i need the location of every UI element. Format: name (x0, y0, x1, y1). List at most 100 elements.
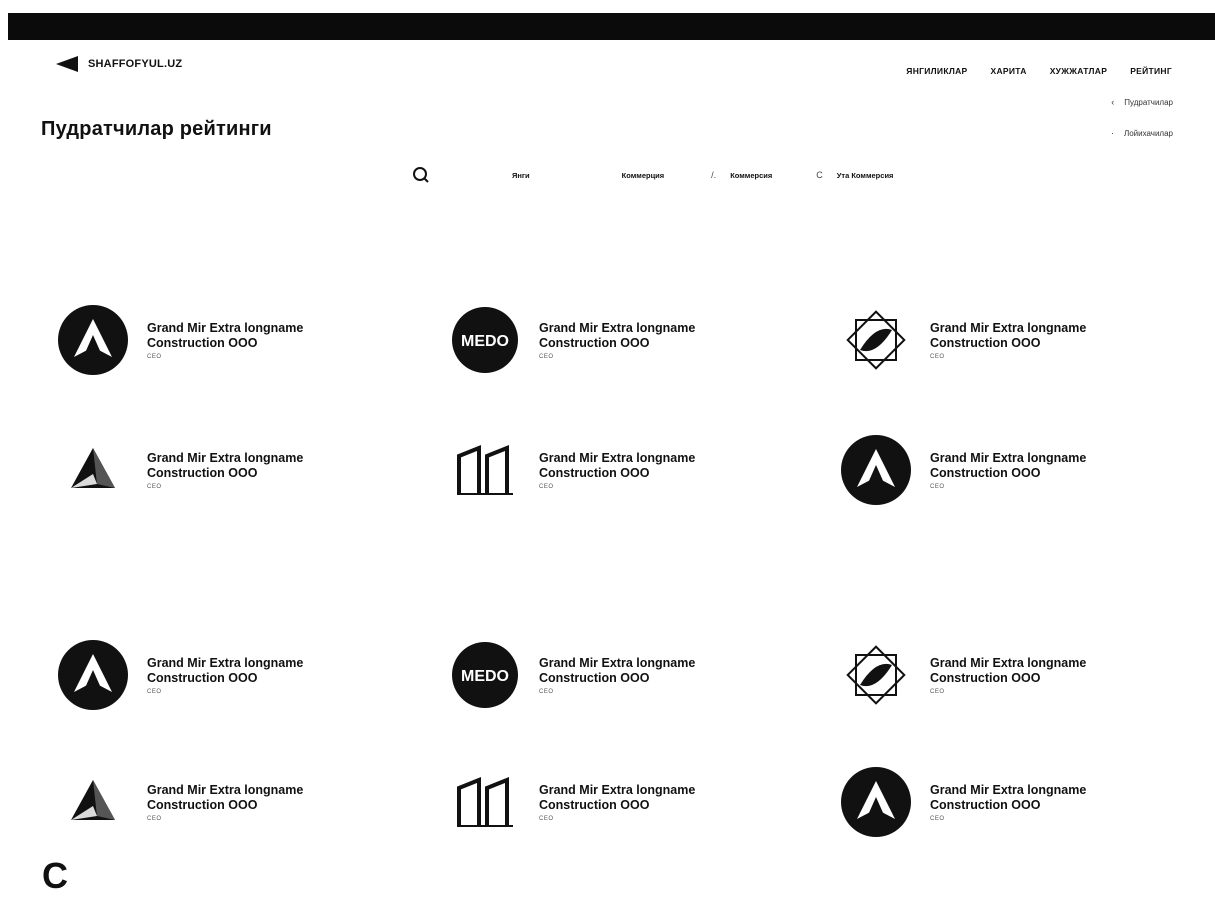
logo-text: MEDO (461, 333, 509, 350)
contractor-info: Grand Mir Extra longname Construction OOO… (539, 451, 695, 490)
contractor-name-line2: Construction OOO (147, 797, 258, 812)
peak-circle-icon (840, 766, 912, 838)
contractor-name-line2: Construction OOO (147, 335, 258, 350)
contractor-name-line2: Construction OOO (930, 797, 1041, 812)
buildings-m-icon (449, 766, 521, 838)
contractor-name: Grand Mir Extra longname (930, 655, 1087, 670)
page-title: Пудратчилар рейтинги (41, 118, 272, 140)
logo-arrow-icon (56, 56, 78, 72)
contractor-info: Grand Mir Extra longname Construction OOO… (930, 783, 1086, 822)
contractor-ceo: CEO (147, 483, 162, 490)
contractor-card[interactable]: Grand Mir Extra longname Construction OOO… (840, 300, 1180, 380)
nav-map[interactable]: ХАРИТА (991, 66, 1027, 76)
contractor-name-line2: Construction OOO (539, 465, 650, 480)
contractor-info: Grand Mir Extra longname Construction OOO… (147, 321, 303, 360)
c-icon: C (816, 170, 823, 180)
contractor-ceo: CEO (930, 483, 945, 490)
contractor-info: Grand Mir Extra longname Construction OOO… (147, 451, 303, 490)
contractor-name: Grand Mir Extra longname (539, 655, 696, 670)
contractor-name: Grand Mir Extra longname (539, 450, 696, 465)
top-bar: ​ ​ (8, 13, 1215, 40)
contractor-info: Grand Mir Extra longname Construction OOO… (930, 321, 1086, 360)
contractor-name-line2: Construction OOO (147, 670, 258, 685)
category-link-designers[interactable]: · Лойихачилар (1003, 127, 1173, 139)
contractor-name: Grand Mir Extra longname (539, 782, 696, 797)
contractor-card[interactable]: Grand Mir Extra longname Construction OOO… (57, 635, 397, 715)
contractor-name-line2: Construction OOO (930, 670, 1041, 685)
contractor-card[interactable]: Grand Mir Extra longname Construction OOO… (449, 430, 789, 510)
triangle-prism-icon (57, 434, 129, 506)
contractor-card[interactable]: Grand Mir Extra longname Construction OOO… (840, 430, 1180, 510)
contractor-card[interactable]: Grand Mir Extra longname Construction OOO… (57, 430, 397, 510)
contractor-card[interactable]: Grand Mir Extra longname Construction OOO… (449, 762, 789, 842)
filter-bar: Янги Коммерция /. Коммерсия C Ута Коммер… (412, 166, 893, 184)
contractor-ceo: CEO (147, 688, 162, 695)
site-logo[interactable]: SHAFFOFYUL.UZ (56, 56, 182, 72)
load-more-c-icon[interactable]: C (42, 858, 68, 894)
slash-icon: /. (711, 170, 717, 180)
contractor-info: Grand Mir Extra longname Construction OOO… (539, 656, 695, 695)
contractor-info: Grand Mir Extra longname Construction OOO… (539, 783, 695, 822)
diamond-star-icon (840, 639, 912, 711)
brand-name: SHAFFOFYUL.UZ (88, 58, 183, 70)
category-link-label: Лойихачилар (1123, 128, 1173, 138)
contractor-ceo: CEO (539, 688, 554, 695)
nav-rating[interactable]: РЕЙТИНГ (1130, 66, 1172, 76)
peak-circle-icon (840, 434, 912, 506)
contractor-name: Grand Mir Extra longname (539, 320, 696, 335)
filter-new[interactable]: Янги (512, 171, 530, 180)
contractor-ceo: CEO (539, 483, 554, 490)
contractor-ceo: CEO (147, 353, 162, 360)
category-link-label: Пудратчилар (1124, 97, 1173, 107)
contractor-name: Grand Mir Extra longname (147, 655, 304, 670)
contractor-ceo: CEO (539, 815, 554, 822)
contractor-name-line2: Construction OOO (539, 670, 650, 685)
rating-category-links: ‹ Пудратчилар · Лойихачилар (1003, 96, 1173, 139)
diamond-star-icon (840, 304, 912, 376)
contractor-ceo: CEO (930, 688, 945, 695)
nav-news[interactable]: ЯНГИЛИКЛАР (906, 66, 967, 76)
logo-text: MEDO (461, 668, 509, 685)
peak-circle-icon (57, 304, 129, 376)
filter-label: Коммерция (621, 170, 665, 180)
nav-documents[interactable]: ХУЖЖАТЛАР (1050, 66, 1108, 76)
buildings-m-icon (449, 434, 521, 506)
contractor-card[interactable]: Grand Mir Extra longname Construction OOO… (57, 762, 397, 842)
contractor-card[interactable]: MEDO Grand Mir Extra longname Construction… (449, 300, 789, 380)
chevron-left-icon: · (1110, 128, 1114, 138)
contractor-ceo: CEO (930, 815, 945, 822)
contractor-name: Grand Mir Extra longname (930, 320, 1087, 335)
filter-label: Ута Коммерсия (836, 170, 894, 180)
main-nav: ЯНГИЛИКЛАР ХАРИТА ХУЖЖАТЛАР РЕЙТИНГ (906, 66, 1172, 76)
contractor-name: Grand Mir Extra longname (147, 320, 304, 335)
peak-circle-icon (57, 639, 129, 711)
contractor-info: Grand Mir Extra longname Construction OOO… (539, 321, 695, 360)
contractor-card[interactable]: Grand Mir Extra longname Construction OOO… (840, 762, 1180, 842)
contractor-info: Grand Mir Extra longname Construction OOO… (930, 656, 1086, 695)
contractor-ceo: CEO (930, 353, 945, 360)
contractor-name: Grand Mir Extra longname (930, 450, 1087, 465)
chevron-left-icon: ‹ (1111, 97, 1115, 107)
contractor-name: Grand Mir Extra longname (930, 782, 1087, 797)
filter-very-commercial[interactable]: C Ута Коммерсия (816, 170, 893, 180)
filter-commercial[interactable]: /. Коммерсия (711, 170, 772, 180)
medo-logo: MEDO (449, 639, 521, 711)
topbar-info: ​ ​ (1115, 21, 1135, 31)
contractor-name: Grand Mir Extra longname (147, 782, 304, 797)
contractor-card[interactable]: MEDO Grand Mir Extra longname Construction… (449, 635, 789, 715)
contractor-card[interactable]: Grand Mir Extra longname Construction OOO… (57, 300, 397, 380)
contractor-ceo: CEO (147, 815, 162, 822)
search-icon[interactable] (412, 166, 430, 184)
contractor-name: Grand Mir Extra longname (147, 450, 304, 465)
contractor-name-line2: Construction OOO (539, 335, 650, 350)
contractor-info: Grand Mir Extra longname Construction OOO… (147, 783, 303, 822)
filter-label: Коммерсия (730, 170, 773, 180)
triangle-prism-icon (57, 766, 129, 838)
filter-commerce[interactable]: Коммерция (622, 171, 665, 180)
contractor-card[interactable]: Grand Mir Extra longname Construction OOO… (840, 635, 1180, 715)
contractor-ceo: CEO (539, 353, 554, 360)
contractor-info: Grand Mir Extra longname Construction OOO… (147, 656, 303, 695)
filter-label: Янги (512, 170, 530, 180)
category-link-contractors[interactable]: ‹ Пудратчилар (1003, 96, 1173, 108)
medo-logo: MEDO (449, 304, 521, 376)
